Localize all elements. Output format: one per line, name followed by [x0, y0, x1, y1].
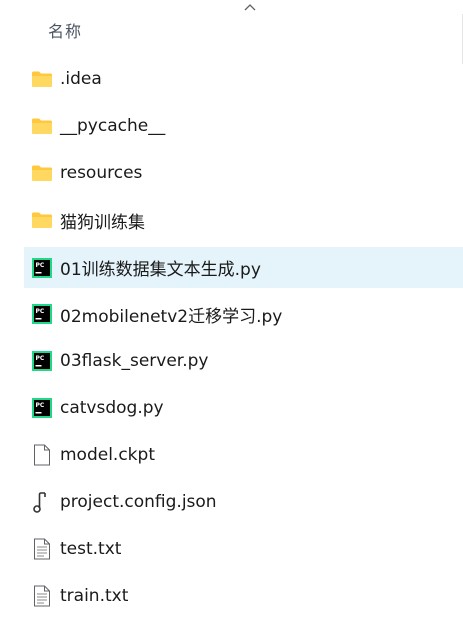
svg-text:PC: PC — [36, 308, 45, 315]
blank-file-icon — [30, 443, 54, 467]
list-item[interactable]: model.ckpt — [24, 435, 463, 475]
file-name: train.txt — [60, 586, 129, 606]
text-file-icon — [30, 537, 54, 561]
list-item[interactable]: __pycache__ — [24, 106, 463, 146]
list-item[interactable]: test.txt — [24, 529, 463, 569]
file-name: 猫狗训练集 — [60, 212, 145, 233]
file-name: 01训练数据集文本生成.py — [60, 260, 261, 280]
list-item[interactable]: resources — [24, 153, 463, 193]
name-column-label[interactable]: 名称 — [48, 18, 82, 42]
file-name: 02mobilenetv2迁移学习.py — [60, 306, 283, 327]
folder-icon — [30, 114, 54, 138]
svg-text:PC: PC — [36, 402, 45, 409]
folder-icon — [30, 161, 54, 185]
json-file-icon — [30, 490, 54, 514]
file-name: __pycache__ — [60, 116, 166, 136]
list-item[interactable]: 猫狗训练集 — [24, 200, 463, 240]
list-item[interactable]: PC catvsdog.py — [24, 388, 463, 428]
list-item[interactable]: train.txt — [24, 576, 463, 616]
text-file-icon — [30, 584, 54, 608]
list-item[interactable]: PC 02mobilenetv2迁移学习.py — [24, 294, 463, 334]
column-header[interactable]: 名称 — [24, 14, 463, 64]
file-name: test.txt — [60, 539, 122, 559]
file-name: project.config.json — [60, 492, 217, 512]
list-item[interactable]: project.config.json — [24, 482, 463, 522]
svg-text:PC: PC — [36, 262, 45, 269]
file-name: .idea — [60, 69, 102, 89]
file-name: 03flask_server.py — [60, 351, 209, 371]
list-item[interactable]: .idea — [24, 59, 463, 99]
file-name: catvsdog.py — [60, 398, 164, 418]
file-name: resources — [60, 163, 143, 183]
pycharm-file-icon: PC — [30, 349, 54, 373]
folder-icon — [30, 67, 54, 91]
pycharm-file-icon: PC — [30, 302, 54, 326]
file-explorer: 名称 .idea __pycache__ resources 猫狗训练集 PC … — [0, 0, 463, 638]
list-item[interactable]: PC 01训练数据集文本生成.py — [24, 247, 463, 288]
list-item[interactable]: PC 03flask_server.py — [24, 341, 463, 381]
file-name: model.ckpt — [60, 445, 155, 465]
folder-icon — [30, 208, 54, 232]
pycharm-file-icon: PC — [30, 396, 54, 420]
svg-text:PC: PC — [36, 355, 45, 362]
sort-ascending-icon[interactable] — [243, 2, 257, 12]
pycharm-file-icon: PC — [30, 256, 54, 280]
